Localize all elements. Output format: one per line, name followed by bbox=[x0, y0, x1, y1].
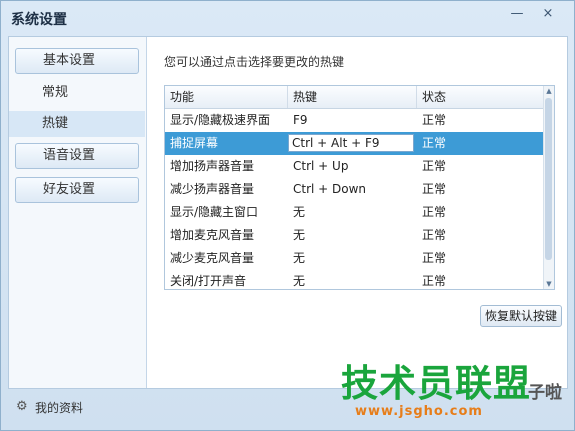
cell-status: 正常 bbox=[422, 251, 447, 265]
cell-hotkey: Ctrl + Up bbox=[293, 159, 349, 173]
table-row[interactable]: 减少扬声器音量 Ctrl + Down 正常 bbox=[165, 178, 546, 201]
table-header: 功能 热键 状态 bbox=[165, 86, 546, 109]
cell-status: 正常 bbox=[422, 205, 447, 219]
cell-function: 减少麦克风音量 bbox=[170, 251, 255, 265]
sidebar-item-general[interactable]: 常规 bbox=[9, 80, 145, 106]
cell-hotkey: F9 bbox=[293, 113, 308, 127]
hotkey-hint: 您可以通过点击选择要更改的热键 bbox=[164, 55, 345, 69]
cell-status: 正常 bbox=[422, 182, 447, 196]
hotkey-table: 功能 热键 状态 显示/隐藏极速界面 F9 正常 捕捉屏幕 Ctrl + Alt… bbox=[164, 85, 555, 290]
table-row[interactable]: 增加麦克风音量 无 正常 bbox=[165, 224, 546, 247]
cell-function: 捕捉屏幕 bbox=[170, 136, 219, 150]
cell-function: 增加扬声器音量 bbox=[170, 159, 255, 173]
watermark-logo: 技术员联盟 bbox=[341, 362, 531, 405]
table-scrollbar[interactable]: ▲ ▼ bbox=[543, 86, 554, 289]
cell-status: 正常 bbox=[422, 113, 447, 127]
gear-icon[interactable]: ⚙ bbox=[16, 400, 30, 414]
window-title: 系统设置 bbox=[11, 12, 67, 28]
column-header-function[interactable]: 功能 bbox=[165, 86, 288, 108]
table-row[interactable]: 显示/隐藏主窗口 无 正常 bbox=[165, 201, 546, 224]
sidebar: 基本设置 常规 热键 语音设置 好友设置 bbox=[9, 37, 147, 388]
content-panel: 基本设置 常规 热键 语音设置 好友设置 您可以通过点击选择要更改的热键 功能 … bbox=[8, 36, 568, 389]
table-row-selected[interactable]: 捕捉屏幕 Ctrl + Alt + F9 正常 bbox=[165, 132, 546, 155]
table-row[interactable]: 减少麦克风音量 无 正常 bbox=[165, 247, 546, 270]
table-row[interactable]: 增加扬声器音量 Ctrl + Up 正常 bbox=[165, 155, 546, 178]
sidebar-item-basic-settings[interactable]: 基本设置 bbox=[15, 48, 139, 74]
cell-status: 正常 bbox=[422, 228, 447, 242]
cell-hotkey: 无 bbox=[293, 228, 306, 242]
cell-function: 关闭/打开声音 bbox=[170, 274, 247, 288]
watermark-url: www.jsgho.com bbox=[355, 404, 483, 419]
watermark-extra: 子啦 bbox=[528, 383, 562, 403]
hotkey-edit-input[interactable]: Ctrl + Alt + F9 bbox=[288, 134, 414, 152]
cell-hotkey: 无 bbox=[293, 205, 306, 219]
sidebar-item-hotkeys[interactable]: 热键 bbox=[9, 111, 145, 137]
sidebar-item-voice-settings[interactable]: 语音设置 bbox=[15, 143, 139, 169]
title-bar[interactable]: 系统设置 — × bbox=[1, 1, 574, 34]
cell-hotkey: 无 bbox=[293, 274, 306, 288]
restore-defaults-button[interactable]: 恢复默认按键 bbox=[480, 305, 562, 327]
close-button[interactable]: × bbox=[537, 5, 559, 23]
sidebar-item-friend-settings[interactable]: 好友设置 bbox=[15, 177, 139, 203]
cell-status: 正常 bbox=[422, 274, 447, 288]
cell-function: 显示/隐藏极速界面 bbox=[170, 113, 271, 127]
cell-function: 减少扬声器音量 bbox=[170, 182, 255, 196]
cell-function: 增加麦克风音量 bbox=[170, 228, 255, 242]
cell-status: 正常 bbox=[422, 136, 447, 150]
settings-window: 系统设置 — × 基本设置 常规 热键 语音设置 好友设置 您可以通过点击选择要… bbox=[0, 0, 575, 431]
cell-hotkey: Ctrl + Down bbox=[293, 182, 367, 196]
column-header-hotkey[interactable]: 热键 bbox=[288, 86, 417, 108]
hotkey-panel: 您可以通过点击选择要更改的热键 功能 热键 状态 显示/隐藏极速界面 F9 正常… bbox=[147, 37, 567, 388]
table-row[interactable]: 关闭/打开声音 无 正常 bbox=[165, 270, 546, 289]
cell-hotkey: 无 bbox=[293, 251, 306, 265]
cell-function: 显示/隐藏主窗口 bbox=[170, 205, 259, 219]
minimize-button[interactable]: — bbox=[506, 5, 528, 23]
scroll-thumb[interactable] bbox=[545, 98, 552, 260]
cell-status: 正常 bbox=[422, 159, 447, 173]
scroll-up-icon[interactable]: ▲ bbox=[544, 86, 554, 96]
cell-hotkey-edit: Ctrl + Alt + F9 bbox=[288, 132, 417, 155]
table-row[interactable]: 显示/隐藏极速界面 F9 正常 bbox=[165, 109, 546, 132]
scroll-down-icon[interactable]: ▼ bbox=[544, 279, 554, 289]
my-profile-link[interactable]: 我的资料 bbox=[35, 399, 83, 416]
column-header-status[interactable]: 状态 bbox=[417, 86, 546, 108]
